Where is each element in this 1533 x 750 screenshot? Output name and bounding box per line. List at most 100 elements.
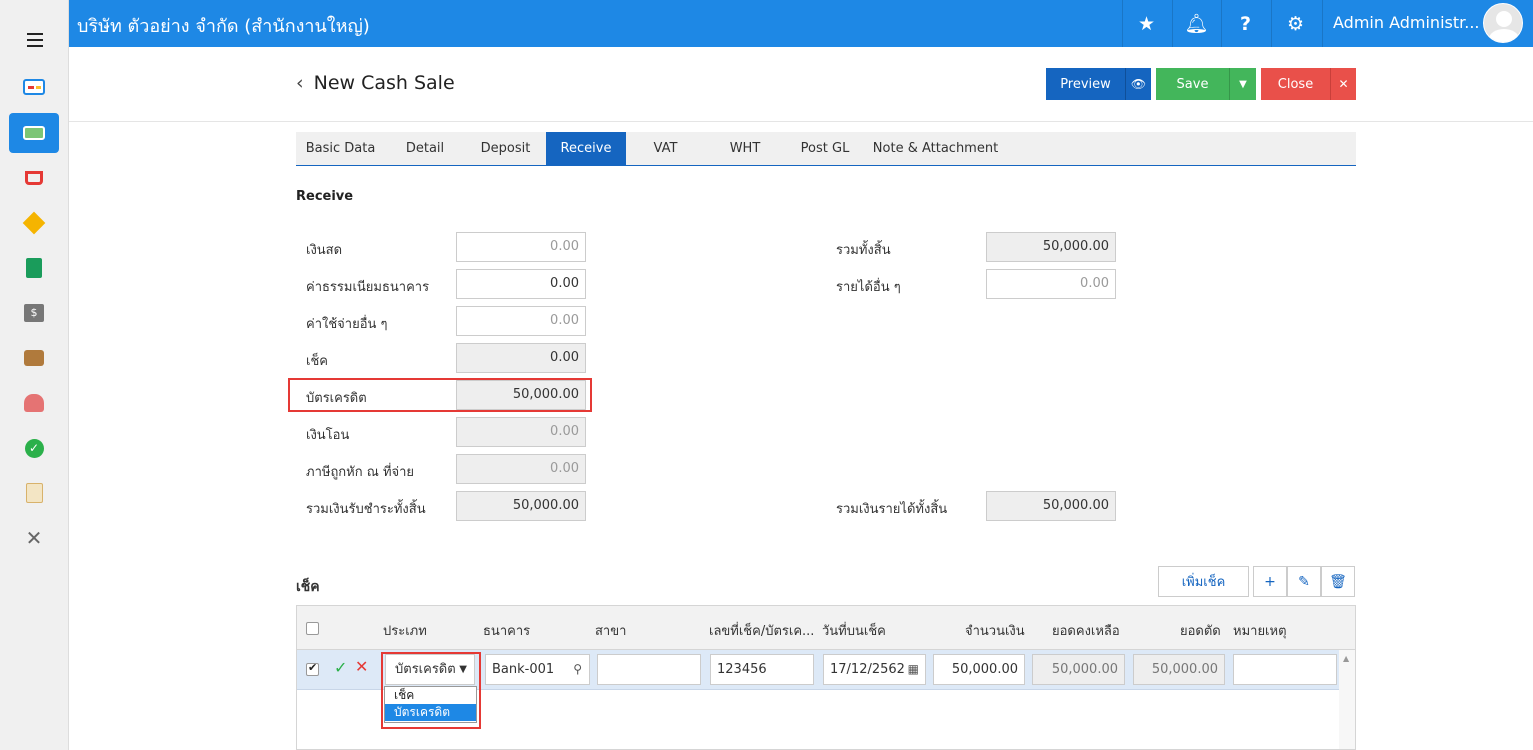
other-expense-field[interactable]: 0.00 [456, 306, 586, 336]
col-balance[interactable]: ยอดคงเหลือ [1052, 620, 1120, 641]
section-title: Receive [296, 189, 354, 204]
note-field[interactable] [1233, 654, 1337, 685]
add-check-button[interactable]: เพิ่มเช็ค [1158, 566, 1249, 597]
report-icon[interactable] [9, 473, 59, 513]
search-icon[interactable]: ⚲ [573, 655, 582, 684]
col-type[interactable]: ประเภท [383, 620, 427, 641]
gear-icon[interactable]: ⚙ [1271, 0, 1319, 47]
other-expense-label: ค่าใช้จ่ายอื่น ๆ [306, 317, 388, 332]
tab-post-gl[interactable]: Post GL [785, 132, 865, 165]
cash-field[interactable]: 0.00 [456, 232, 586, 262]
number-field[interactable]: 123456 [710, 654, 814, 685]
save-button[interactable]: Save [1156, 68, 1229, 100]
user-menu[interactable]: Admin Administr... [1322, 0, 1533, 47]
total-received-field: 50,000.00 [456, 491, 586, 521]
col-note[interactable]: หมายเหตุ [1233, 620, 1287, 641]
trash-icon[interactable]: 🗑︎ [1321, 566, 1355, 597]
date-value: 17/12/2562 [830, 662, 905, 677]
col-amount[interactable]: จำนวนเงิน [965, 620, 1025, 641]
tab-vat[interactable]: VAT [626, 132, 705, 165]
cheque-label: เช็ค [306, 354, 328, 369]
tab-basic-data[interactable]: Basic Data [296, 132, 385, 165]
other-income-label: รายได้อื่น ๆ [836, 280, 901, 295]
people-icon[interactable] [9, 383, 59, 423]
type-dropdown-list: เช็ค บัตรเครดิต [384, 686, 477, 723]
option-cheque[interactable]: เช็ค [385, 687, 476, 704]
left-sidebar: $ ✓ ✕ [0, 0, 69, 750]
other-income-field[interactable]: 0.00 [986, 269, 1116, 299]
preview-button[interactable]: Preview [1046, 68, 1125, 100]
bank-value: Bank-001 [492, 662, 555, 677]
cart-icon[interactable] [9, 158, 59, 198]
cash-icon[interactable] [9, 113, 59, 153]
scroll-up-icon[interactable]: ▲ [1343, 654, 1349, 663]
bank-fee-label: ค่าธรรมเนียมธนาคาร [306, 280, 430, 295]
date-field[interactable]: 17/12/2562 ▦ [823, 654, 926, 685]
check-section-title: เช็ค [296, 579, 320, 595]
transfer-field: 0.00 [456, 417, 586, 447]
page-title: New Cash Sale [313, 72, 455, 94]
col-branch[interactable]: สาขา [595, 620, 626, 641]
title-divider [69, 121, 1533, 122]
tab-note-attachment[interactable]: Note & Attachment [865, 132, 1006, 165]
box-icon[interactable] [9, 203, 59, 243]
company-name: บริษัท ตัวอย่าง จำกัด (สำนักงานใหญ่) [77, 16, 370, 37]
tab-wht[interactable]: WHT [705, 132, 785, 165]
save-dropdown-icon[interactable]: ▼ [1229, 68, 1256, 100]
row-checkbox[interactable] [306, 661, 319, 676]
book-icon[interactable] [9, 248, 59, 288]
page-title-row: ‹ New Cash Sale [296, 72, 455, 94]
close-button[interactable]: Close [1261, 68, 1330, 100]
bank-lookup[interactable]: Bank-001 ⚲ [485, 654, 590, 685]
top-bar: บริษัท ตัวอย่าง จำกัด (สำนักงานใหญ่) ★ 🔔… [69, 0, 1533, 47]
grand-total-label: รวมทั้งสิ้น [836, 243, 891, 258]
avatar[interactable] [1483, 3, 1523, 43]
close-icon[interactable]: ✕ [1330, 68, 1356, 100]
pencil-icon[interactable]: ✎ [1287, 566, 1321, 597]
transfer-label: เงินโอน [306, 428, 350, 443]
user-name: Admin Administr... [1333, 13, 1480, 32]
option-credit-card[interactable]: บัตรเครดิต [385, 704, 476, 721]
balance-field: 50,000.00 [1032, 654, 1125, 685]
wht-label: ภาษีถูกหัก ณ ที่จ่าย [306, 465, 415, 480]
total-income-field: 50,000.00 [986, 491, 1116, 521]
col-cut[interactable]: ยอดตัด [1180, 620, 1221, 641]
total-received-label: รวมเงินรับชำระทั้งสิ้น [306, 502, 426, 517]
confirm-icon[interactable]: ✓ [334, 658, 347, 677]
help-icon[interactable]: ? [1221, 0, 1269, 47]
tab-deposit[interactable]: Deposit [465, 132, 546, 165]
grand-total-field: 50,000.00 [986, 232, 1116, 262]
total-income-label: รวมเงินรายได้ทั้งสิ้น [836, 502, 948, 517]
tab-receive[interactable]: Receive [546, 132, 626, 165]
select-all-checkbox[interactable] [306, 622, 319, 635]
credit-card-field: 50,000.00 [456, 380, 586, 410]
tools-icon[interactable]: ✕ [9, 518, 59, 558]
branch-field[interactable] [597, 654, 701, 685]
plus-icon[interactable]: + [1253, 566, 1287, 597]
bank-icon[interactable]: $ [9, 293, 59, 333]
bank-fee-field[interactable]: 0.00 [456, 269, 586, 299]
calendar-icon[interactable]: ▦ [908, 655, 919, 684]
grid-header: ประเภท ธนาคาร สาขา เลขที่เช็ค/บัตรเค... … [297, 606, 1355, 650]
cut-field: 50,000.00 [1133, 654, 1225, 685]
grid-scrollbar[interactable]: ▲ [1339, 650, 1355, 749]
credit-card-label: บัตรเครดิต [306, 391, 367, 406]
dashboard-icon[interactable] [9, 67, 59, 107]
wallet-icon[interactable] [9, 338, 59, 378]
menu-icon[interactable] [27, 33, 43, 51]
tab-bar: Basic Data Detail Deposit Receive VAT WH… [296, 132, 1356, 166]
cheque-field: 0.00 [456, 343, 586, 373]
tab-detail[interactable]: Detail [385, 132, 465, 165]
star-icon[interactable]: ★ [1122, 0, 1170, 47]
check-circle-icon[interactable]: ✓ [9, 428, 59, 468]
col-number[interactable]: เลขที่เช็ค/บัตรเค... [709, 620, 814, 641]
eye-icon[interactable]: 👁︎ [1125, 68, 1151, 100]
cancel-icon[interactable]: ✕ [355, 657, 368, 676]
amount-field[interactable]: 50,000.00 [933, 654, 1025, 685]
col-bank[interactable]: ธนาคาร [483, 620, 530, 641]
bell-icon[interactable]: 🔔︎ [1172, 0, 1220, 47]
cash-label: เงินสด [306, 243, 343, 258]
back-icon[interactable]: ‹ [296, 72, 304, 94]
col-date[interactable]: วันที่บนเช็ค [822, 620, 886, 641]
wht-field: 0.00 [456, 454, 586, 484]
